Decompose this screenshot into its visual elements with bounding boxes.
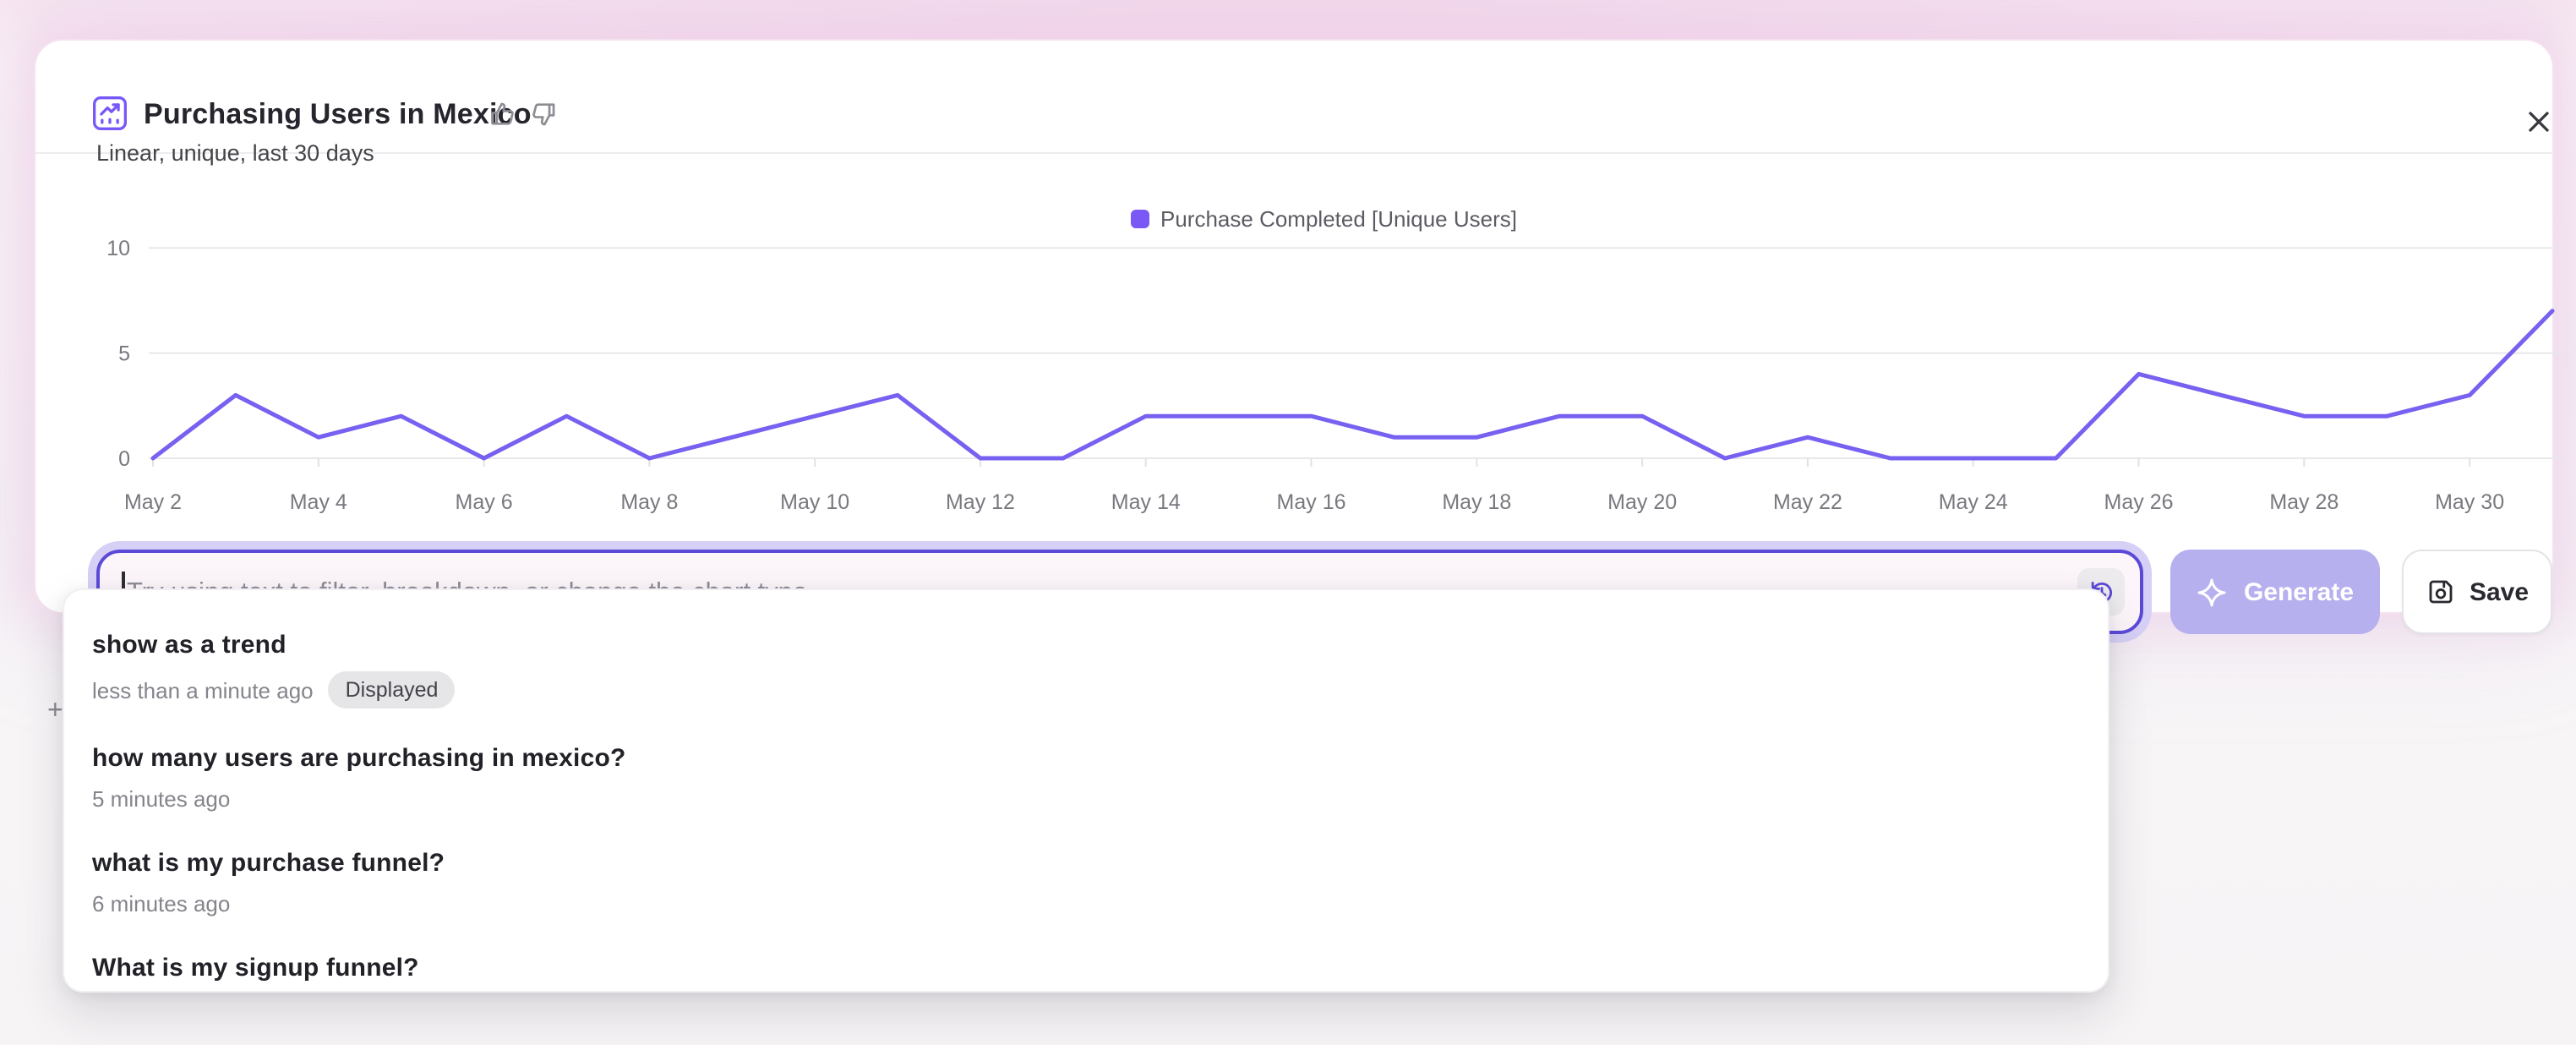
history-item-meta: 5 minutes ago — [92, 785, 2078, 813]
chart-card: Purchasing Users in Mexico — [35, 41, 2552, 612]
y-axis-tick-label: 0 — [118, 447, 130, 471]
feedback-buttons — [488, 100, 558, 129]
history-item-time: 6 minutes ago — [92, 889, 230, 918]
status-badge: Displayed — [329, 671, 456, 709]
x-axis-tick-label: May 14 — [1111, 490, 1181, 514]
x-axis-tick-label: May 6 — [456, 490, 513, 514]
history-item[interactable]: what is my purchase funnel? 6 minutes ago — [63, 830, 2107, 935]
history-item[interactable]: What is my signup funnel?6 minutes ago — [63, 935, 2107, 993]
x-axis-tick-label: May 30 — [2435, 490, 2504, 514]
x-axis-tick-label: May 8 — [620, 490, 678, 514]
history-item-query: show as a trend — [92, 629, 2078, 663]
thumbs-up-icon[interactable] — [488, 100, 517, 129]
x-axis-tick-label: May 18 — [1442, 490, 1511, 514]
generate-button[interactable]: Generate — [2170, 550, 2380, 634]
y-axis-tick-label: 10 — [106, 237, 130, 260]
x-axis-tick-label: May 20 — [1607, 490, 1677, 514]
history-item-query: how many users are purchasing in mexico? — [92, 742, 2078, 776]
generate-button-label: Generate — [2244, 577, 2354, 606]
save-icon — [2426, 577, 2456, 607]
x-axis-tick-label: May 12 — [946, 490, 1015, 514]
history-item-time: less than a minute ago — [92, 676, 314, 704]
page-title: Purchasing Users in Mexico — [144, 98, 532, 132]
card-header: Purchasing Users in Mexico — [35, 41, 2552, 154]
history-item-meta: 6 minutes ago — [92, 889, 2078, 918]
thumbs-down-icon[interactable] — [529, 100, 558, 129]
save-button-label: Save — [2470, 577, 2529, 606]
series-line — [153, 311, 2552, 458]
chart-subtitle: Linear, unique, last 30 days — [96, 140, 374, 166]
x-axis-tick-label: May 4 — [290, 490, 347, 514]
close-icon[interactable] — [2520, 105, 2557, 142]
x-axis-tick-label: May 16 — [1277, 490, 1346, 514]
history-item[interactable]: show as a trend less than a minute ago Dis… — [63, 612, 2107, 725]
history-item-meta: less than a minute ago Displayed — [92, 671, 2078, 709]
x-axis-tick-label: May 28 — [2269, 490, 2339, 514]
y-axis-tick-label: 5 — [118, 342, 130, 366]
history-item-query: what is my purchase funnel? — [92, 847, 2078, 881]
history-dropdown: show as a trend less than a minute ago Dis… — [62, 588, 2109, 993]
x-axis-tick-label: May 10 — [780, 490, 849, 514]
line-chart: 0 5 10 May 2 May 4 May 6 May 8 May 10 May 12 May … — [35, 189, 2576, 548]
history-item-query: What is my signup funnel? — [92, 952, 2078, 986]
sparkle-icon — [2197, 576, 2229, 608]
plus-icon: + — [47, 697, 63, 727]
x-axis-tick-label: May 24 — [1939, 490, 2008, 514]
save-button[interactable]: Save — [2402, 550, 2552, 634]
x-axis-tick-label: May 22 — [1773, 490, 1842, 514]
history-item-time: 5 minutes ago — [92, 785, 230, 813]
history-item[interactable]: how many users are purchasing in mexico?… — [63, 725, 2107, 830]
x-axis-tick-label: May 2 — [124, 490, 182, 514]
insights-chart-icon — [91, 95, 128, 132]
x-axis-tick-label: May 26 — [2104, 490, 2174, 514]
page: Purchasing Users in Mexico — [0, 0, 2576, 1045]
